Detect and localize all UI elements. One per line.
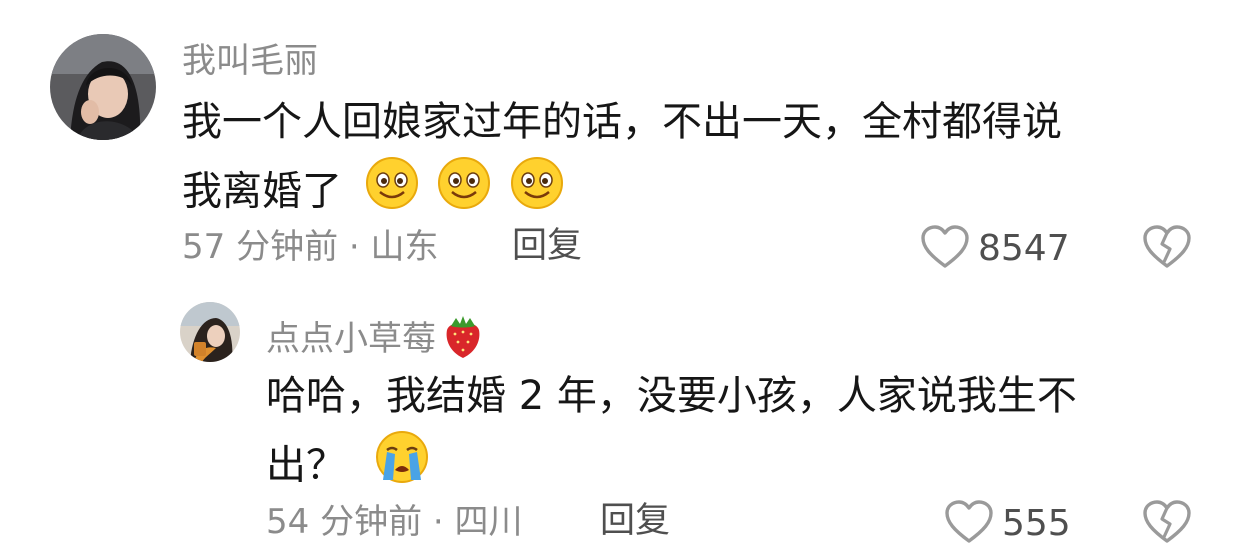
- reply-line-1: 哈哈，我结婚 2 年，没要小孩，人家说我生不: [266, 373, 1077, 419]
- comment-line-1: 我一个人回娘家过年的话，不出一天，全村都得说: [182, 99, 1062, 145]
- smile-emoji: [365, 156, 419, 231]
- reply-username[interactable]: 点点小草莓: [266, 312, 484, 366]
- broken-heart-icon: [1142, 500, 1192, 549]
- reply-avatar[interactable]: [180, 302, 240, 362]
- reply-line-2: 出？: [266, 430, 1077, 505]
- comment-text: 我一个人回娘家过年的话，不出一天，全村都得说 我离婚了: [182, 88, 1062, 231]
- username[interactable]: 我叫毛丽: [182, 44, 318, 78]
- reply-reply-button[interactable]: 回复: [600, 504, 670, 539]
- reply-dislike-button[interactable]: [1142, 499, 1192, 549]
- dislike-button[interactable]: [1142, 224, 1192, 274]
- comment-time-location: 57 分钟前 · 山东: [182, 227, 439, 267]
- comment-line-2-text: 我离婚了: [182, 168, 342, 215]
- strawberry-emoji: [442, 312, 484, 366]
- like-count: 8547: [978, 228, 1070, 269]
- comment-thread: 我叫毛丽 我一个人回娘家过年的话，不出一天，全村都得说 我离婚了 57 分钟前 …: [0, 0, 1242, 552]
- reply-time-location: 54 分钟前 · 四川: [266, 502, 523, 542]
- reply-like-button[interactable]: 555: [944, 499, 1071, 549]
- avatar[interactable]: [50, 34, 156, 140]
- broken-heart-icon: [1142, 225, 1192, 274]
- reply-button[interactable]: 回复: [512, 229, 582, 264]
- reply-like-count: 555: [1002, 503, 1071, 544]
- smile-emoji: [510, 156, 564, 231]
- reply-username-text: 点点小草莓: [266, 319, 436, 359]
- heart-icon: [920, 224, 970, 274]
- heart-icon: [944, 499, 994, 549]
- comment-line-2: 我离婚了: [182, 156, 1062, 231]
- like-button[interactable]: 8547: [920, 224, 1070, 274]
- reply-text: 哈哈，我结婚 2 年，没要小孩，人家说我生不 出？: [266, 362, 1077, 505]
- smile-emoji: [437, 156, 491, 231]
- crying-emoji: [373, 430, 431, 505]
- reply-line-2-text: 出？: [266, 442, 346, 489]
